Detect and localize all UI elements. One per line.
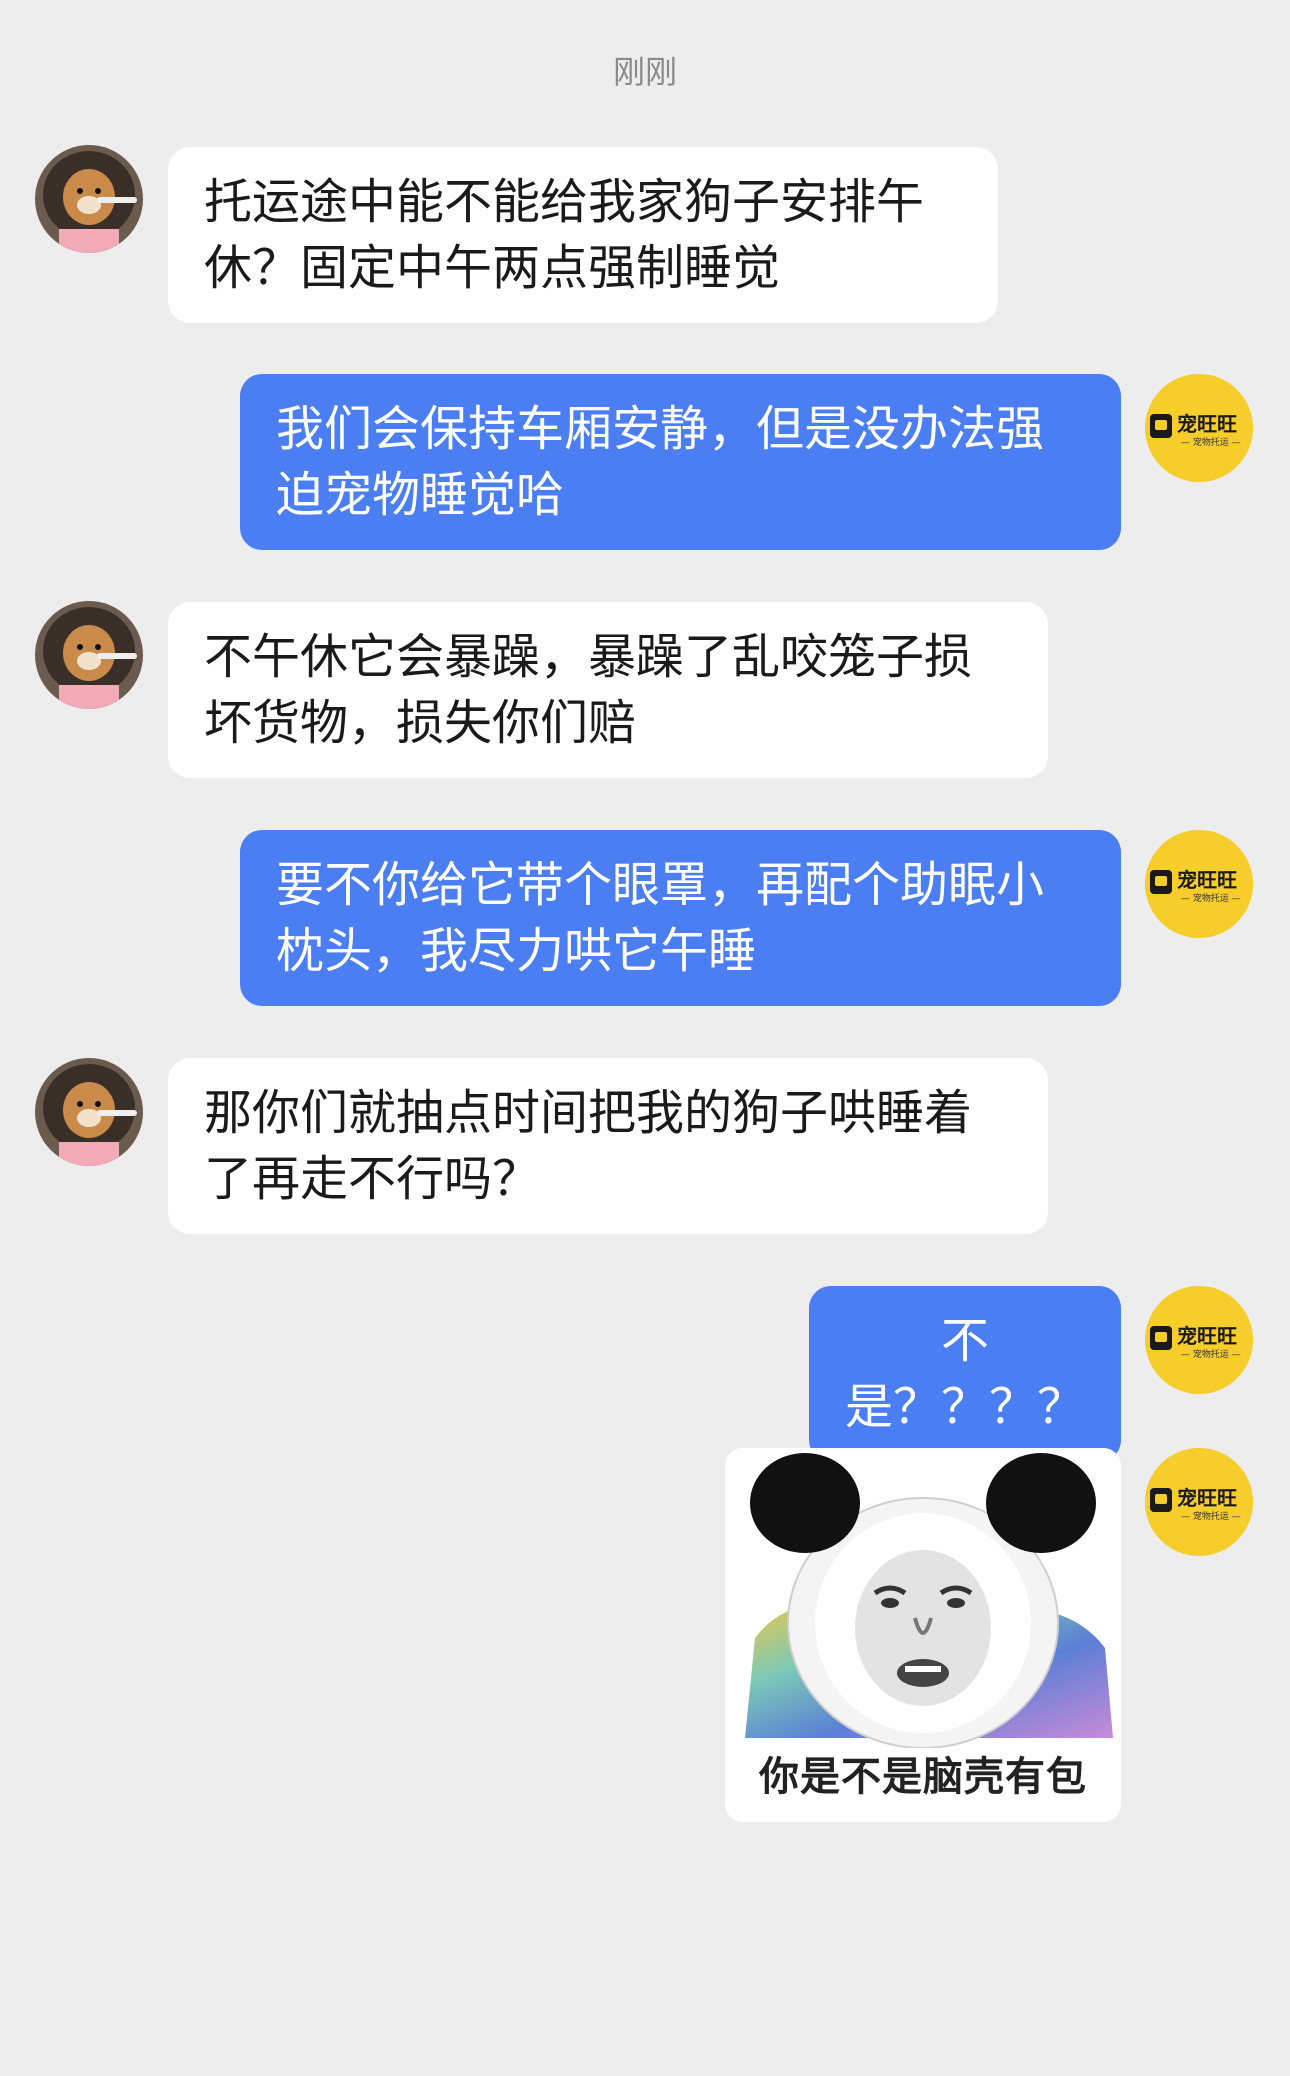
message-bubble-incoming[interactable]: 不午休它会暴躁，暴躁了乱咬笼子损坏货物，损失你们赔 (168, 602, 1048, 778)
message-bubble-outgoing[interactable]: 我们会保持车厢安静，但是没办法强迫宠物睡觉哈 (240, 374, 1121, 550)
chongwangwang-logo-icon: 宠旺旺 — 宠物托运 — (1145, 1286, 1253, 1394)
user-avatar[interactable] (35, 1058, 143, 1166)
sticker-message[interactable]: 你是不是脑壳有包 (725, 1448, 1121, 1822)
panda-meme-face-icon (725, 1448, 1121, 1749)
chongwangwang-logo-icon: 宠旺旺 — 宠物托运 — (1145, 1448, 1253, 1556)
shop-avatar[interactable]: 宠旺旺 — 宠物托运 — (1145, 374, 1253, 482)
shop-logo-name: 宠旺旺 (1177, 868, 1237, 892)
message-bubble-outgoing[interactable]: 要不你给它带个眼罩，再配个助眠小枕头，我尽力哄它午睡 (240, 830, 1121, 1006)
shop-logo-tagline: — 宠物托运 — (1181, 436, 1241, 448)
shop-avatar[interactable]: 宠旺旺 — 宠物托运 — (1145, 1448, 1253, 1556)
shop-logo-tagline: — 宠物托运 — (1181, 1510, 1241, 1522)
shop-logo-tagline: — 宠物托运 — (1181, 892, 1241, 904)
shop-logo-name: 宠旺旺 (1177, 1324, 1237, 1348)
chongwangwang-logo-icon: 宠旺旺 — 宠物托运 — (1145, 374, 1253, 482)
message-bubble-incoming[interactable]: 那你们就抽点时间把我的狗子哄睡着了再走不行吗？ (168, 1058, 1048, 1234)
sticker-caption: 你是不是脑壳有包 (759, 1754, 1087, 1800)
shop-avatar[interactable]: 宠旺旺 — 宠物托运 — (1145, 830, 1253, 938)
shop-logo-name: 宠旺旺 (1177, 1486, 1237, 1510)
chat-window: 刚刚 托运途中能不能给我家狗子安排午休？固定中午两点强制睡觉 宠旺旺 — 宠物托… (0, 0, 1290, 2076)
chongwangwang-logo-icon: 宠旺旺 — 宠物托运 — (1145, 830, 1253, 938)
shop-logo-name: 宠旺旺 (1177, 412, 1237, 436)
user-avatar[interactable] (35, 601, 143, 709)
shop-avatar[interactable]: 宠旺旺 — 宠物托运 — (1145, 1286, 1253, 1394)
shop-logo-tagline: — 宠物托运 — (1181, 1348, 1241, 1360)
user-avatar[interactable] (35, 145, 143, 253)
timestamp: 刚刚 (612, 53, 677, 91)
message-bubble-incoming[interactable]: 托运途中能不能给我家狗子安排午休？固定中午两点强制睡觉 (168, 147, 998, 323)
message-bubble-outgoing[interactable]: 不是？？？？ (809, 1286, 1121, 1462)
